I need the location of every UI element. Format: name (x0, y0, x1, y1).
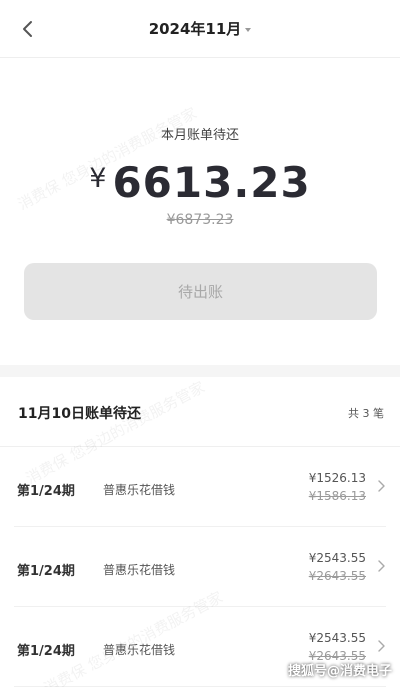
section-title: 11月10日账单待还 (18, 406, 141, 422)
installment-original-amount: ¥2643.55 (308, 569, 366, 583)
installment-amount: ¥2543.55 (308, 551, 366, 565)
chevron-right-icon (378, 560, 385, 572)
chevron-right-icon (378, 480, 385, 492)
product-name: 普惠乐花借钱 (103, 483, 176, 497)
chevron-right-icon (378, 640, 385, 652)
due-label: 本月账单待还 (160, 128, 239, 143)
source-credit: 搜狐号@消费电子 (287, 664, 392, 679)
product-name: 普惠乐花借钱 (103, 563, 176, 577)
bill-list-card: 11月10日账单待还 共 3 笔 第1/24期 普惠乐花借钱 ¥1526.13 … (0, 377, 400, 687)
installment-original-amount: ¥1586.13 (308, 489, 366, 503)
month-selector[interactable]: 2024年11月 (0, 18, 400, 39)
pending-statement-button[interactable]: 待出账 (24, 263, 377, 320)
installment-amount: ¥1526.13 (308, 471, 366, 485)
bill-row[interactable]: 第1/24期 普惠乐花借钱 ¥2543.55 ¥2643.55 (0, 527, 400, 607)
nav-bar: 2024年11月 (0, 0, 400, 58)
due-amount: ¥6613.23 (0, 158, 400, 207)
caret-down-icon (245, 27, 252, 32)
product-name: 普惠乐花借钱 (103, 643, 176, 657)
installment-period: 第1/24期 (17, 484, 75, 499)
original-amount: ¥6873.23 (166, 212, 234, 228)
currency-symbol: ¥ (89, 163, 107, 194)
section-header: 11月10日账单待还 共 3 笔 (0, 377, 400, 447)
installment-period: 第1/24期 (17, 564, 75, 579)
bill-count: 共 3 笔 (348, 407, 384, 420)
page-title: 2024年11月 (148, 20, 242, 38)
bill-row[interactable]: 第1/24期 普惠乐花借钱 ¥1526.13 ¥1586.13 (0, 447, 400, 527)
installment-amount: ¥2543.55 (308, 631, 366, 645)
amount-value: 6613.23 (112, 158, 311, 207)
bill-summary-card: 2024年11月 本月账单待还 ¥6613.23 ¥6873.23 待出账 (0, 0, 400, 365)
installment-period: 第1/24期 (17, 644, 75, 659)
